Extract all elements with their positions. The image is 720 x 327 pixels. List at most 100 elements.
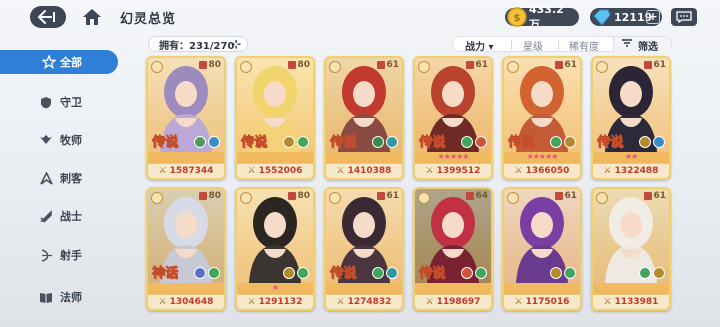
element-orb-icon	[283, 136, 295, 148]
character-card[interactable]: 80 ★ ⚔ 1291132	[235, 187, 315, 311]
level-badge: 64	[466, 191, 488, 201]
level-value: 80	[297, 60, 310, 70]
back-button[interactable]	[30, 6, 66, 28]
element-orb-icon	[386, 267, 398, 279]
gold-counter[interactable]: $ 433.2万	[505, 3, 579, 31]
owned-count-chip[interactable]: 拥有：231/270 ⊹	[148, 36, 248, 52]
class-badge-icon	[507, 61, 519, 73]
class-sidebar: 全部 守卫 牧师 刺客 战士 射手 法师	[0, 40, 125, 327]
element-orb-icon	[297, 267, 309, 279]
level-badge: 80	[199, 60, 221, 70]
element-orb-icon	[653, 267, 665, 279]
filter-button[interactable]: 筛选	[613, 37, 671, 53]
power-bar: ⚔ 1410388	[326, 163, 402, 178]
rarity-tag: 传说	[419, 135, 446, 151]
character-card[interactable]: 80 传说 ⚔ 1587344	[146, 56, 226, 180]
character-card[interactable]: 80 传说 ⚔ 1552006	[235, 56, 315, 180]
sort-bar: 战力 ▾ 星级 稀有度 筛选	[452, 36, 672, 53]
crossed-swords-icon: ⚔	[158, 297, 167, 307]
crossed-swords-icon: ⚔	[514, 297, 523, 307]
crossed-swords-icon: ⚔	[603, 297, 612, 307]
character-card[interactable]: 61 传说 ★★★★★ ⚔ 1366050	[502, 56, 582, 180]
level-value: 61	[386, 60, 399, 70]
rarity-tag: 传说	[330, 266, 357, 282]
element-orb-icon	[550, 267, 562, 279]
sidebar-item-assassin[interactable]: 刺客	[0, 166, 118, 190]
sidebar-item-mage[interactable]: 法师	[0, 285, 118, 309]
level-badge: 80	[288, 60, 310, 70]
power-value: 1322488	[614, 166, 659, 176]
character-card[interactable]: 61 传说 ★★ ⚔ 1322488	[591, 56, 671, 180]
power-bar: ⚔ 1274832	[326, 294, 402, 309]
sidebar-item-label: 法师	[60, 291, 82, 304]
class-badge-icon	[240, 61, 252, 73]
sidebar-item-guard[interactable]: 守卫	[0, 90, 118, 114]
power-value: 1587344	[169, 166, 214, 176]
all-star-icon	[42, 55, 56, 69]
owned-count-label: 拥有：231/270	[159, 40, 235, 52]
character-card[interactable]: 61 传说 ⚔ 1274832	[324, 187, 404, 311]
character-card[interactable]: 64 传说 ⚔ 1198697	[413, 187, 493, 311]
chat-button[interactable]	[671, 8, 697, 26]
crossed-swords-icon: ⚔	[247, 297, 256, 307]
sort-divider	[558, 40, 559, 50]
sidebar-item-priest[interactable]: 牧师	[0, 128, 118, 152]
character-card[interactable]: 61 ⚔ 1175016	[502, 187, 582, 311]
level-icon	[555, 61, 564, 69]
power-bar: ⚔ 1304648	[148, 294, 224, 309]
class-badge-icon	[240, 192, 252, 204]
assassin-icon	[39, 171, 53, 185]
level-value: 61	[653, 191, 666, 201]
sort-divider	[511, 40, 512, 50]
level-icon	[466, 192, 475, 200]
sidebar-item-warrior[interactable]: 战士	[0, 204, 118, 228]
level-badge: 61	[555, 191, 577, 201]
crossed-swords-icon: ⚔	[336, 297, 345, 307]
character-card[interactable]: 61 传说 ★★★★★ ⚔ 1399512	[413, 56, 493, 180]
level-badge: 61	[377, 60, 399, 70]
element-orb-icon	[564, 267, 576, 279]
priest-wings-icon	[39, 133, 53, 147]
power-bar: ⚔ 1587344	[148, 163, 224, 178]
sidebar-item-archer[interactable]: 射手	[0, 243, 118, 267]
sort-by-stars[interactable]: 星级	[523, 38, 543, 53]
class-badge-icon	[329, 61, 341, 73]
power-value: 1304648	[169, 297, 214, 307]
crossed-swords-icon: ⚔	[514, 166, 523, 176]
gem-icon	[593, 9, 611, 26]
add-gems-button[interactable]: +	[646, 10, 660, 24]
page-title: 幻灵总览	[120, 12, 177, 27]
sort-by-rarity[interactable]: 稀有度	[569, 38, 599, 53]
power-bar: ⚔ 1366050	[504, 163, 580, 178]
character-grid: 80 传说 ⚔ 1587344 80 传说 ⚔ 1552006 61 传说 ⚔ 1410388 61 传说…	[146, 54, 676, 327]
sort-by-power[interactable]: 战力 ▾	[465, 38, 494, 53]
top-bar: 幻灵总览 $ 433.2万 12119 +	[0, 0, 720, 34]
power-value: 1291132	[258, 297, 303, 307]
level-icon	[377, 61, 386, 69]
rarity-tag: 传说	[508, 135, 535, 151]
element-orb-icon	[297, 136, 309, 148]
level-icon	[199, 61, 208, 69]
element-orb-icon	[386, 136, 398, 148]
sidebar-item-label: 守卫	[60, 96, 82, 109]
power-bar: ⚔ 1175016	[504, 294, 580, 309]
chat-bubble-icon	[676, 11, 692, 23]
element-orb-icon	[461, 267, 473, 279]
filter-icon	[621, 39, 633, 52]
power-bar: ⚔ 1198697	[415, 294, 491, 309]
element-orb-icon	[639, 267, 651, 279]
power-bar: ⚔ 1399512	[415, 163, 491, 178]
character-card[interactable]: 80 神话 ⚔ 1304648	[146, 187, 226, 311]
mage-book-icon	[39, 290, 53, 304]
character-card[interactable]: 61 ⚔ 1133981	[591, 187, 671, 311]
level-badge: 61	[644, 191, 666, 201]
character-card[interactable]: 61 传说 ⚔ 1410388	[324, 56, 404, 180]
element-orb-icon	[475, 267, 487, 279]
home-button[interactable]	[80, 6, 104, 28]
power-bar: ⚔ 1322488	[593, 163, 669, 178]
level-icon	[288, 61, 297, 69]
power-value: 1410388	[347, 166, 392, 176]
sidebar-item-all[interactable]: 全部	[0, 50, 118, 74]
gem-counter[interactable]: 12119 +	[590, 8, 662, 26]
rarity-tag: 传说	[419, 266, 446, 282]
